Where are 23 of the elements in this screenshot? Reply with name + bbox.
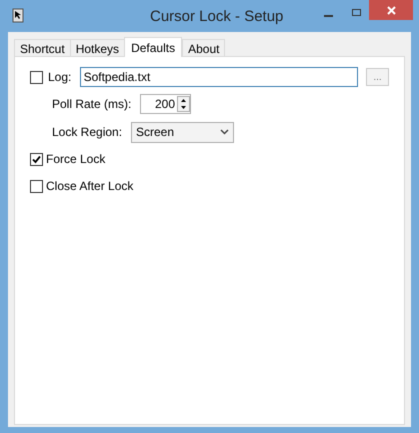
log-file-field[interactable]: Softpedia.txt — [80, 67, 358, 87]
checkbox-label: Close After Lock — [46, 178, 134, 195]
spin-arrows-icon — [177, 96, 190, 112]
log-label: Log: — [48, 69, 72, 86]
checkbox[interactable] — [30, 180, 43, 192]
tab[interactable]: Defaults — [124, 37, 182, 57]
app-icon — [12, 8, 26, 24]
checkbox[interactable] — [30, 70, 43, 84]
checkbox[interactable] — [30, 152, 43, 166]
lock-region-dropdown[interactable]: Screen — [131, 122, 234, 142]
tab[interactable]: About — [182, 39, 226, 56]
checkbox-label: Force Lock — [46, 151, 106, 168]
poll-rate-label: Poll Rate (ms): — [52, 96, 132, 113]
close-icon — [386, 6, 396, 14]
lock-region-label: Lock Region: — [52, 124, 124, 141]
chevron-down-icon — [220, 129, 229, 135]
window-title: Cursor Lock - Setup — [150, 7, 284, 27]
tab[interactable]: Shortcut — [14, 39, 71, 56]
poll-rate-spinner[interactable]: 200 — [140, 94, 191, 114]
checkmark-icon — [32, 154, 41, 164]
tab[interactable]: Hotkeys — [70, 39, 126, 56]
browse-button[interactable]: ... — [366, 68, 389, 86]
close-button[interactable] — [369, 0, 413, 20]
